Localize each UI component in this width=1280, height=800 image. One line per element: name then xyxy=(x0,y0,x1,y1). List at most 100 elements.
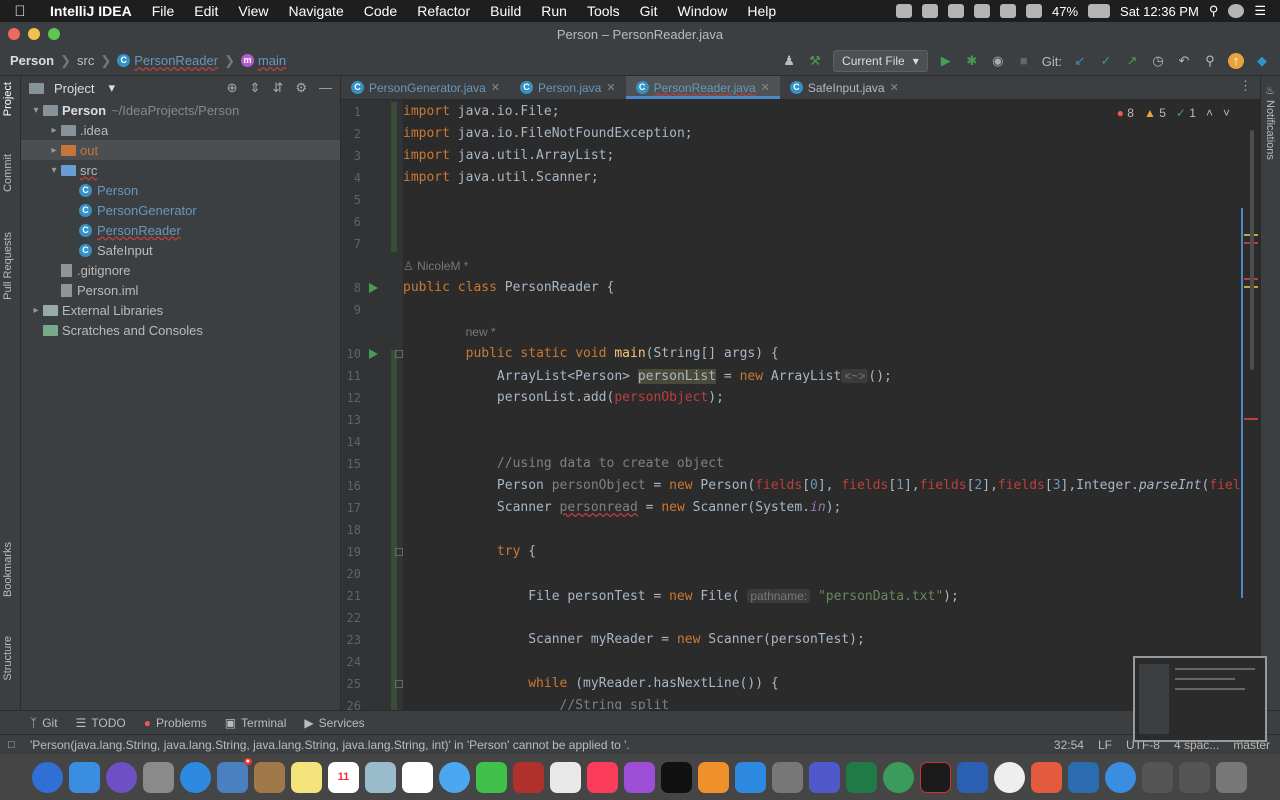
line-number[interactable]: 15 xyxy=(341,457,361,471)
menu-git[interactable]: Git xyxy=(630,3,668,19)
code-line[interactable]: Person personObject = new Person(fields[… xyxy=(403,475,1241,497)
teams-icon[interactable] xyxy=(809,761,840,793)
menu-window[interactable]: Window xyxy=(668,3,738,19)
news-icon[interactable] xyxy=(550,761,581,793)
code-line[interactable]: ArrayList<Person> personList = new Array… xyxy=(403,365,892,387)
line-number[interactable]: 1 xyxy=(341,105,361,119)
git-update-icon[interactable]: ↙ xyxy=(1072,53,1088,69)
menu-view[interactable]: View xyxy=(228,3,278,19)
chrome-icon[interactable] xyxy=(994,761,1025,793)
system-preferences-icon[interactable] xyxy=(772,761,803,793)
line-number[interactable]: 4 xyxy=(341,171,361,185)
editor-gutter[interactable]: 1 2 3 4 5 6 7 8 9 10 11 12 13 14 15 16 17 18 19 20 21 22 23 24 2… xyxy=(341,100,403,710)
coverage-icon[interactable]: ◉ xyxy=(990,53,1006,69)
wifi-icon[interactable] xyxy=(1026,4,1042,18)
menu-edit[interactable]: Edit xyxy=(184,3,228,19)
slack-icon[interactable] xyxy=(1031,761,1062,793)
music-icon[interactable] xyxy=(587,761,618,793)
vcs-change-marker[interactable] xyxy=(391,102,397,252)
tree-item[interactable]: .gitignore xyxy=(21,260,340,280)
caret-position[interactable]: 32:54 xyxy=(1054,738,1084,752)
recent-window-icon[interactable] xyxy=(1179,761,1210,793)
tree-item[interactable]: ▸ .idea xyxy=(21,120,340,140)
code-line[interactable]: import java.util.Scanner; xyxy=(403,167,599,189)
build-hammer-icon[interactable]: ⚒ xyxy=(807,53,823,69)
infinity-icon[interactable] xyxy=(948,4,964,18)
tab-notifications-tool[interactable]: Notifications xyxy=(1264,100,1276,160)
tree-item[interactable]: ▸ External Libraries xyxy=(21,300,340,320)
problems-tool-button[interactable]: ● Problems xyxy=(144,716,207,730)
zoom-app-icon[interactable] xyxy=(1068,761,1099,793)
close-icon[interactable]: ✕ xyxy=(606,81,615,94)
calendar-icon[interactable]: 11 xyxy=(328,761,359,793)
status-message[interactable]: 'Person(java.lang.String, java.lang.Stri… xyxy=(0,738,1000,752)
line-number[interactable]: 6 xyxy=(341,215,361,229)
chevron-up-icon[interactable]: ˄ xyxy=(1206,106,1213,120)
apple-tv-icon[interactable] xyxy=(661,761,692,793)
code-line[interactable]: import java.util.ArrayList; xyxy=(403,145,614,167)
line-number[interactable]: 18 xyxy=(341,523,361,537)
run-icon[interactable]: ▶ xyxy=(938,53,954,69)
crumb-class[interactable]: PersonReader xyxy=(134,53,218,68)
menu-refactor[interactable]: Refactor xyxy=(407,3,480,19)
facetime-icon[interactable] xyxy=(476,761,507,793)
code-line[interactable]: ♙ NicoleM * xyxy=(403,255,468,277)
chevron-down-icon[interactable]: ▾ xyxy=(29,105,43,116)
app-store-icon[interactable] xyxy=(735,761,766,793)
run-configuration-select[interactable]: Current File ▾ xyxy=(833,50,928,72)
messages-icon[interactable] xyxy=(439,761,470,793)
debug-icon[interactable]: ✱ xyxy=(964,53,980,69)
chevron-right-icon[interactable]: ▸ xyxy=(29,305,43,316)
code-area[interactable]: import java.io.File; import java.io.FileN… xyxy=(403,100,1243,710)
close-icon[interactable]: ✕ xyxy=(761,81,770,94)
git-tool-button[interactable]: ᛉ Git xyxy=(30,716,58,730)
tree-item[interactable]: C PersonReader xyxy=(21,220,340,240)
tree-item[interactable]: ▾ Person ~/IdeaProjects/Person xyxy=(21,100,340,120)
code-line[interactable]: while (myReader.hasNextLine()) { xyxy=(403,673,778,695)
code-line[interactable]: Scanner myReader = new Scanner(personTes… xyxy=(403,629,865,651)
safari-browser-icon[interactable] xyxy=(180,761,211,793)
menu-app-name[interactable]: IntelliJ IDEA xyxy=(40,3,142,19)
hide-icon[interactable]: — xyxy=(319,80,332,96)
preview-icon[interactable]: ● xyxy=(217,757,252,793)
inspection-widget[interactable]: ● 8 ▲ 5 ✓ 1 ˄ ˅ xyxy=(1117,106,1230,120)
chevron-down-icon[interactable]: ▾ xyxy=(108,80,115,96)
line-number[interactable]: 2 xyxy=(341,127,361,141)
menubar-clock[interactable]: Sat 12:36 PM xyxy=(1120,4,1199,19)
code-line[interactable]: //using data to create object xyxy=(403,453,724,475)
creative-cloud-icon[interactable] xyxy=(896,4,912,18)
close-icon[interactable]: ✕ xyxy=(491,81,500,94)
recent-window-icon[interactable] xyxy=(1142,761,1173,793)
chevron-down-icon[interactable]: ˅ xyxy=(1223,106,1230,120)
notes-icon[interactable] xyxy=(291,761,322,793)
tab-structure-tool[interactable]: Structure xyxy=(2,636,14,681)
crumb-src[interactable]: src xyxy=(77,53,94,68)
line-number[interactable]: 14 xyxy=(341,435,361,449)
screenshot-thumbnail[interactable] xyxy=(1133,656,1267,742)
line-number[interactable]: 13 xyxy=(341,413,361,427)
line-number[interactable]: 11 xyxy=(341,369,361,383)
tab-commit-tool[interactable]: Commit xyxy=(2,154,14,192)
history-icon[interactable]: ◷ xyxy=(1150,53,1166,69)
menu-build[interactable]: Build xyxy=(480,3,531,19)
code-line[interactable]: public static void main(String[] args) { xyxy=(403,343,779,365)
search-icon[interactable]: ⚲ xyxy=(1202,53,1218,69)
gear-icon[interactable]: ⚙ xyxy=(295,80,307,96)
run-gutter-icon[interactable] xyxy=(369,349,378,359)
line-number[interactable]: 16 xyxy=(341,479,361,493)
git-push-icon[interactable]: ↗ xyxy=(1124,53,1140,69)
line-number[interactable]: 20 xyxy=(341,567,361,581)
line-number[interactable]: 25 xyxy=(341,677,361,691)
error-marker[interactable] xyxy=(1244,418,1258,420)
line-number[interactable]: 22 xyxy=(341,611,361,625)
close-icon[interactable]: ✕ xyxy=(890,81,899,94)
tree-item[interactable]: Scratches and Consoles xyxy=(21,320,340,340)
update-icon[interactable]: ↑ xyxy=(1228,53,1244,69)
line-number[interactable]: 23 xyxy=(341,633,361,647)
control-center-icon[interactable]: ☰ xyxy=(1254,3,1266,19)
battery-percent[interactable]: 47% xyxy=(1052,4,1078,19)
line-number[interactable]: 7 xyxy=(341,237,361,251)
minimize-window-button[interactable] xyxy=(28,28,40,40)
code-line[interactable]: Scanner personread = new Scanner(System.… xyxy=(403,497,841,519)
git-commit-icon[interactable]: ✓ xyxy=(1098,53,1114,69)
